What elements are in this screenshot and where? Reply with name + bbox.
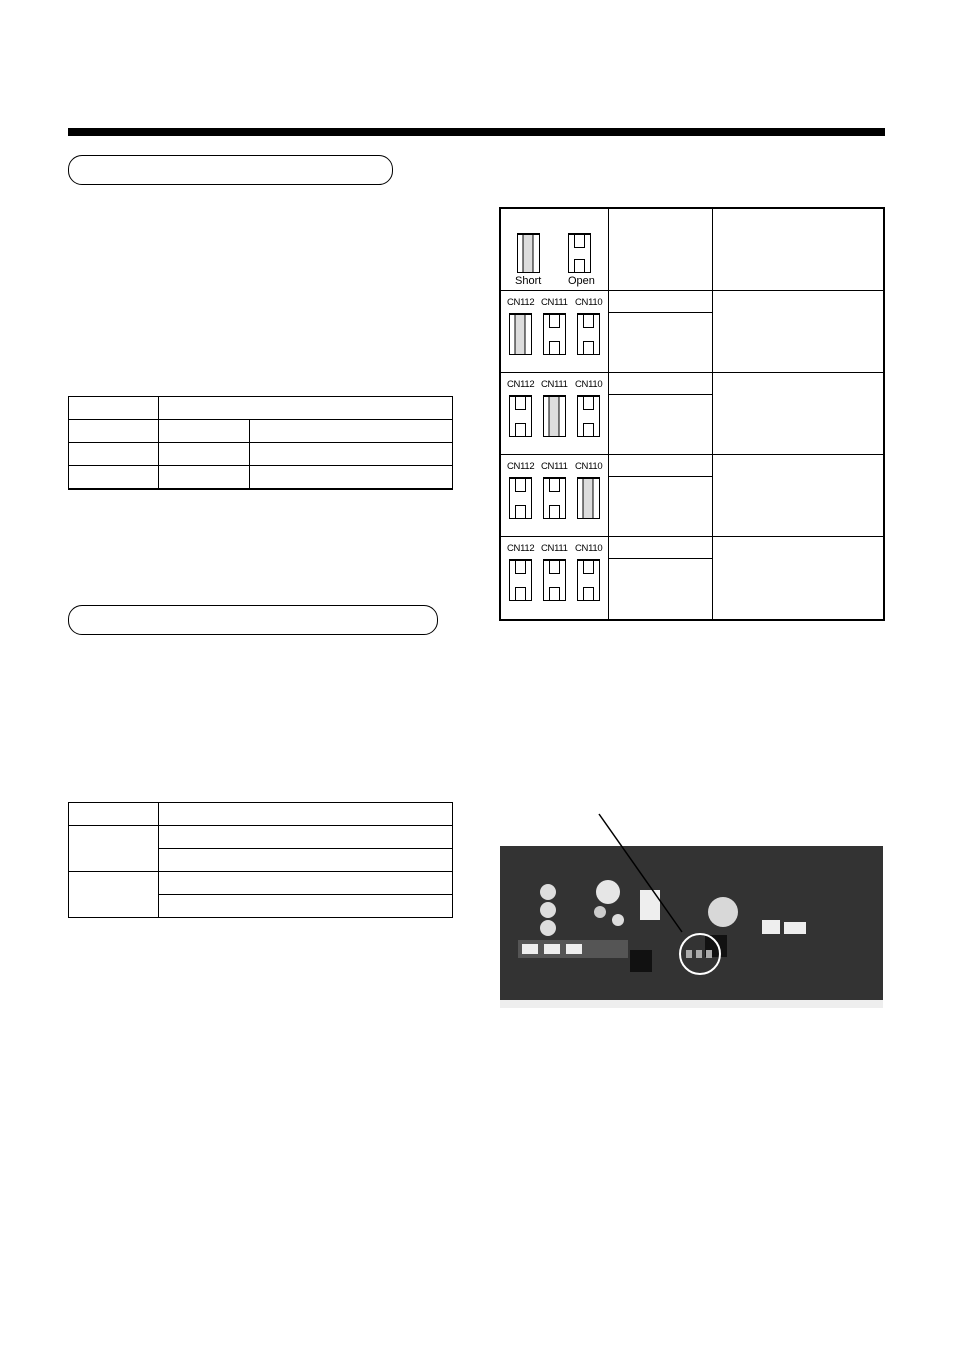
connector-label: CN112 bbox=[507, 379, 535, 390]
header-rule bbox=[68, 128, 885, 136]
table-cell bbox=[158, 442, 250, 466]
jumper-open-icon bbox=[509, 477, 532, 519]
description-cell bbox=[713, 537, 883, 619]
jumper-open-icon bbox=[577, 395, 600, 437]
section-heading-2 bbox=[68, 605, 438, 635]
table-row bbox=[68, 442, 453, 466]
connector-labels: CN112 CN111 CN110 bbox=[507, 461, 609, 472]
table-cell bbox=[158, 419, 250, 443]
table-row bbox=[68, 419, 453, 443]
description-cell bbox=[713, 291, 883, 372]
circuit-board-photo bbox=[500, 840, 883, 1008]
legend-short-label: Short bbox=[515, 275, 542, 287]
settings-table-1 bbox=[68, 396, 453, 490]
connector-label: CN111 bbox=[541, 543, 568, 554]
table-cell bbox=[249, 465, 453, 490]
jumper-open-icon bbox=[543, 559, 566, 601]
description-cell bbox=[713, 373, 883, 454]
connector-labels: CN112 CN111 CN110 bbox=[507, 379, 609, 390]
table-cell bbox=[68, 419, 159, 443]
table-cell bbox=[158, 894, 453, 918]
jumper-open-icon bbox=[577, 313, 600, 355]
connector-label: CN110 bbox=[575, 461, 603, 472]
jumper-short-icon bbox=[517, 233, 540, 273]
section-heading-1 bbox=[68, 155, 393, 185]
description-cell bbox=[713, 455, 883, 536]
connector-label: CN111 bbox=[541, 297, 568, 308]
connector-label: CN110 bbox=[575, 297, 603, 308]
connector-label: CN112 bbox=[507, 461, 535, 472]
jumper-short-icon bbox=[543, 395, 566, 437]
jumper-legend-row: Short Open bbox=[501, 209, 883, 290]
jumper-setting-row: CN112 CN111 CN110 bbox=[501, 290, 883, 372]
jumper-short-icon bbox=[577, 477, 600, 519]
jumper-settings-table: Short Open CN112 CN111 CN110 CN112 CN111 CN11… bbox=[499, 207, 885, 621]
connector-label: CN112 bbox=[507, 297, 535, 308]
jumper-open-icon bbox=[568, 233, 591, 273]
jumper-open-icon bbox=[509, 395, 532, 437]
connector-label: CN111 bbox=[541, 379, 568, 390]
jumper-open-icon bbox=[509, 559, 532, 601]
table-cell bbox=[158, 465, 250, 490]
setting-cell bbox=[609, 537, 712, 559]
legend-open-label: Open bbox=[568, 275, 595, 287]
jumper-short-icon bbox=[509, 313, 532, 355]
callout-arrow bbox=[598, 813, 683, 933]
table-cell bbox=[158, 871, 453, 895]
connector-labels: CN112 CN111 CN110 bbox=[507, 543, 609, 554]
table-cell bbox=[249, 419, 453, 443]
jumper-setting-row: CN112 CN111 CN110 bbox=[501, 372, 883, 454]
table-cell bbox=[68, 465, 159, 490]
table-row bbox=[68, 465, 453, 490]
table-cell bbox=[68, 825, 159, 872]
jumper-open-icon bbox=[543, 313, 566, 355]
table-cell bbox=[249, 442, 453, 466]
jumper-open-icon bbox=[577, 559, 600, 601]
connector-labels: CN112 CN111 CN110 bbox=[507, 297, 609, 308]
table-row bbox=[68, 825, 453, 872]
connector-label: CN110 bbox=[575, 379, 603, 390]
table-cell bbox=[158, 848, 453, 872]
settings-table-2 bbox=[68, 802, 453, 918]
table-header-cell bbox=[68, 802, 159, 826]
table-header-cell bbox=[68, 396, 159, 420]
setting-cell bbox=[609, 477, 712, 536]
table-cell bbox=[68, 871, 159, 918]
setting-cell bbox=[609, 559, 712, 619]
table-header-cell bbox=[158, 396, 453, 420]
connector-label: CN112 bbox=[507, 543, 535, 554]
table-cell bbox=[68, 442, 159, 466]
jumper-setting-row: CN112 CN111 CN110 bbox=[501, 454, 883, 536]
connector-label: CN111 bbox=[541, 461, 568, 472]
table-header-cell bbox=[158, 802, 453, 826]
setting-cell bbox=[609, 373, 712, 395]
jumper-open-icon bbox=[543, 477, 566, 519]
setting-cell bbox=[609, 313, 712, 372]
setting-cell bbox=[609, 455, 712, 477]
table-cell bbox=[158, 825, 453, 849]
setting-cell bbox=[609, 291, 712, 313]
jumper-setting-row: CN112 CN111 CN110 bbox=[501, 536, 883, 619]
table-row bbox=[68, 871, 453, 918]
connector-label: CN110 bbox=[575, 543, 603, 554]
setting-cell bbox=[609, 395, 712, 454]
